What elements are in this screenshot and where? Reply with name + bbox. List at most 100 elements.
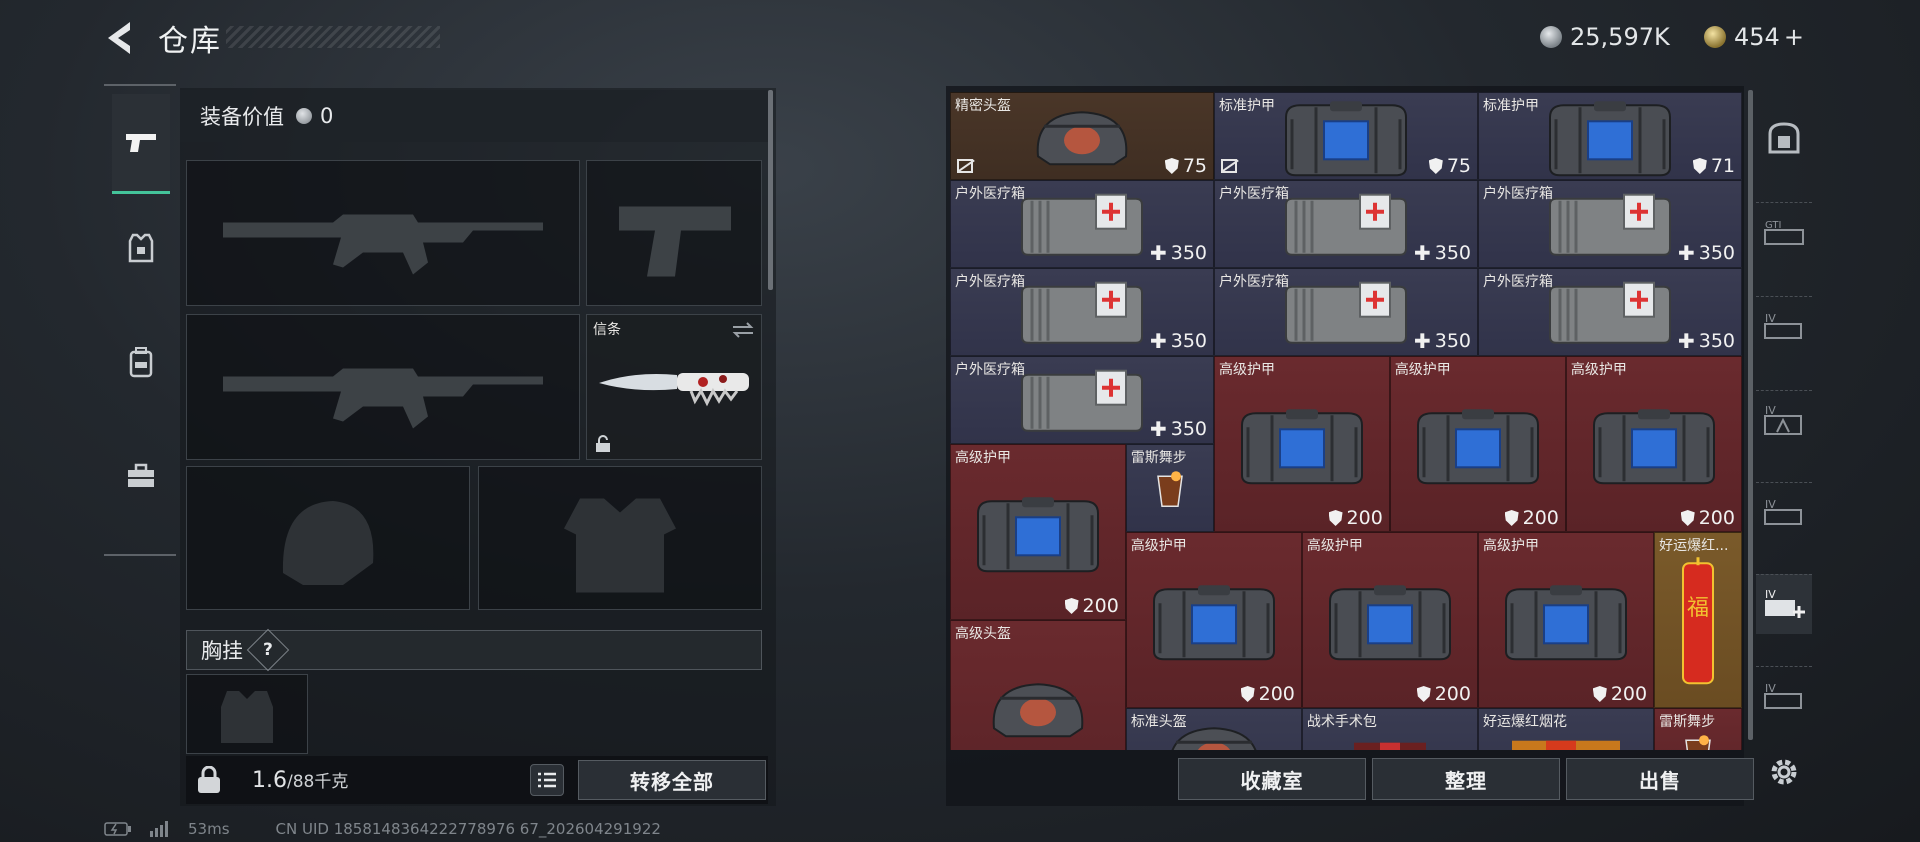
transfer-all-button[interactable]: 转移全部: [578, 760, 766, 800]
item-value: 75: [1164, 155, 1207, 177]
item-image: [1018, 191, 1146, 265]
stash-item[interactable]: 标准护甲 71: [1478, 92, 1742, 180]
stash-item[interactable]: 标准护甲 75: [1214, 92, 1478, 180]
item-image: [1350, 737, 1430, 750]
stash-item[interactable]: 标准头盔: [1125, 708, 1302, 750]
stash-item[interactable]: 户外医疗箱 ✚ 350: [1478, 180, 1742, 268]
stash-item[interactable]: 户外医疗箱 ✚ 350: [950, 268, 1214, 356]
stash-item[interactable]: 户外医疗箱 ✚ 350: [1478, 268, 1742, 356]
chest-rig-slot[interactable]: [186, 674, 308, 754]
container-tab-tier4-case[interactable]: IV: [1756, 296, 1812, 356]
item-value: 200: [1680, 507, 1735, 529]
tier4-storage-icon: IV: [1763, 680, 1805, 714]
stash-item[interactable]: 高级护甲 200: [1389, 356, 1566, 532]
heal-plus-icon: ✚: [1677, 329, 1695, 353]
currency-gold-value: 454: [1734, 23, 1780, 51]
title-hatch-decoration: [226, 26, 440, 48]
briefcase-icon: [128, 463, 154, 487]
loadout-category-nav: [104, 84, 176, 556]
container-tab-gti-case[interactable]: GTI: [1756, 202, 1812, 262]
item-value-text: 71: [1710, 155, 1735, 177]
stash-item[interactable]: 高级护甲 200: [1478, 532, 1655, 708]
collection-room-button[interactable]: 收藏室: [1178, 758, 1366, 800]
item-name: 高级护甲: [1130, 538, 1187, 554]
stash-item[interactable]: 户外医疗箱 ✚ 350: [1214, 180, 1478, 268]
tier4-medical-case-icon: IV: [1763, 586, 1805, 624]
container-tab-tier4-medical-case[interactable]: IV: [1756, 574, 1812, 634]
item-value-text: 75: [1182, 155, 1207, 177]
list-view-button[interactable]: [530, 764, 564, 796]
uid-readout: CN UID 1858148364222778976 67_2026042919…: [275, 820, 661, 838]
item-name: 战术手术包: [1306, 714, 1377, 730]
item-image: [1276, 97, 1416, 179]
stash-item[interactable]: 雷斯舞步: [1654, 708, 1742, 750]
nav-armor[interactable]: [112, 198, 170, 298]
stash-item[interactable]: 高级护甲 200: [1301, 532, 1478, 708]
stash-item[interactable]: 高级护甲 200: [1565, 356, 1742, 532]
item-image: [1018, 367, 1146, 441]
stash-item[interactable]: 战术手术包: [1301, 708, 1478, 750]
stash-scrollbar[interactable]: [1748, 90, 1753, 740]
sell-button[interactable]: 出售: [1566, 758, 1754, 800]
item-value: 200: [1240, 683, 1295, 705]
nav-toolbox[interactable]: [112, 426, 170, 526]
item-value-text: 200: [1698, 507, 1735, 529]
container-tab-tier4-ammo-case[interactable]: IV: [1756, 482, 1812, 542]
item-image: [1584, 405, 1724, 491]
primary-weapon-slot-2[interactable]: [186, 314, 580, 460]
stash-item[interactable]: 户外医疗箱 ✚ 350: [950, 356, 1214, 444]
item-name: 标准护甲: [1483, 98, 1539, 114]
no-sell-icon: [957, 159, 975, 173]
equipment-value-bar: 装备价值 0: [180, 90, 770, 142]
heal-plus-icon: ✚: [1149, 329, 1167, 353]
stash-item[interactable]: 户外医疗箱 ✚ 350: [950, 180, 1214, 268]
durability-shield-icon: [1680, 510, 1695, 526]
container-tab-tier4-storage[interactable]: IV: [1756, 666, 1812, 726]
stash-item[interactable]: 户外医疗箱 ✚ 350: [1214, 268, 1478, 356]
container-nav: GTI IV IV IV IV IV: [1756, 90, 1812, 790]
melee-slot[interactable]: 信条: [586, 314, 762, 460]
back-arrow-icon[interactable]: [100, 18, 140, 58]
secondary-weapon-slot[interactable]: [586, 160, 762, 306]
nav-weapons[interactable]: [112, 94, 170, 194]
stash-item[interactable]: 高级头盔: [950, 620, 1126, 750]
currency-add-icon[interactable]: +: [1784, 23, 1804, 51]
item-image: [1282, 279, 1410, 353]
loadout-scrollbar[interactable]: [768, 90, 773, 290]
item-image: [1540, 97, 1680, 179]
chest-rig-header: 胸挂 ?: [186, 628, 762, 672]
item-image: 福: [1675, 555, 1721, 699]
weight-max: /88千克: [287, 772, 349, 792]
stash-item[interactable]: 好运爆红烟花: [1478, 708, 1655, 750]
container-tab-tier4-armor-case[interactable]: IV: [1756, 390, 1812, 450]
helmet-slot[interactable]: [186, 466, 470, 610]
battery-icon: [104, 822, 131, 836]
swap-icon[interactable]: [731, 321, 755, 339]
stash-item[interactable]: 高级护甲 200: [1125, 532, 1302, 708]
stash-item[interactable]: 福 好运爆红...: [1654, 532, 1742, 708]
item-image: [1320, 581, 1460, 667]
stash-item[interactable]: 高级护甲 200: [950, 444, 1126, 620]
item-name: 高级护甲: [1483, 538, 1539, 554]
tier4-case-icon: IV: [1763, 310, 1805, 344]
stash-item[interactable]: 精密头盔 75: [950, 92, 1214, 180]
stash-item[interactable]: 高级护甲 200: [1214, 356, 1390, 532]
signal-icon: [150, 821, 168, 837]
stash-item[interactable]: 雷斯舞步: [1125, 444, 1214, 532]
item-name: 高级护甲: [1219, 362, 1275, 378]
container-tab-settings[interactable]: [1756, 744, 1812, 804]
item-value-text: 200: [1522, 507, 1559, 529]
durability-shield-icon: [1692, 158, 1707, 174]
durability-shield-icon: [1504, 510, 1519, 526]
organize-button[interactable]: 整理: [1372, 758, 1560, 800]
item-image: [986, 678, 1090, 744]
currency-gold[interactable]: 454 +: [1704, 20, 1804, 54]
ping-readout: 53ms: [188, 820, 230, 838]
pistol-silhouette-icon: [619, 206, 731, 277]
nav-backpack[interactable]: [112, 312, 170, 412]
container-tab-safe[interactable]: [1756, 110, 1812, 170]
body-armor-slot[interactable]: [478, 466, 762, 610]
help-icon[interactable]: ?: [246, 628, 290, 672]
item-name: 户外医疗箱: [1219, 274, 1289, 290]
primary-weapon-slot[interactable]: [186, 160, 580, 306]
